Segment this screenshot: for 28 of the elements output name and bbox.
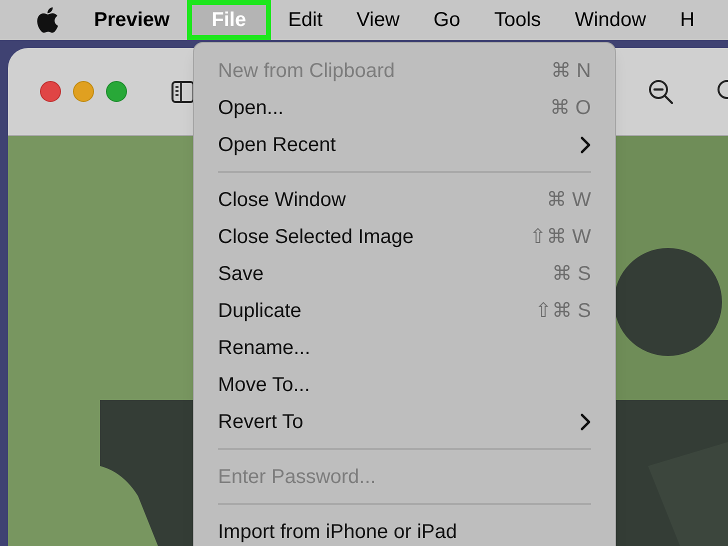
menu-bar-item[interactable]: Go <box>416 0 478 40</box>
menu-item[interactable]: Revert To <box>194 403 615 440</box>
menu-item[interactable]: Import from iPhone or iPad <box>194 513 615 546</box>
menu-item[interactable]: Close Selected Image ⇧⌘ W <box>194 218 615 255</box>
menu-bar-item[interactable]: Window <box>558 0 664 40</box>
shortcut-label: ⌘ N <box>551 58 591 84</box>
menu-item[interactable]: Open Recent <box>194 126 615 163</box>
menu-item[interactable]: Rename... <box>194 329 615 366</box>
apple-logo-icon[interactable] <box>35 6 59 34</box>
zoom-out-icon[interactable] <box>648 78 674 104</box>
sidebar-icon[interactable] <box>171 80 195 104</box>
menu-bar-item[interactable]: View <box>340 0 417 40</box>
menu-item[interactable]: Save ⌘ S <box>194 255 615 292</box>
menu-item[interactable]: Close Window ⌘ W <box>194 181 615 218</box>
shortcut-label: ⌘ S <box>552 262 591 286</box>
app-menu[interactable]: Preview <box>77 0 187 40</box>
shortcut-label: ⇧⌘ W <box>530 224 591 250</box>
shortcut-label: ⇧⌘ S <box>535 298 591 324</box>
shortcut-label: ⌘ O <box>550 96 591 120</box>
menu-bar-item[interactable]: Tools <box>477 0 558 40</box>
zoom-button[interactable] <box>106 81 127 102</box>
shortcut-label: ⌘ W <box>546 188 591 212</box>
menu-item[interactable]: Open... ⌘ O <box>194 89 615 126</box>
menu-item[interactable]: Move To... <box>194 366 615 403</box>
close-button[interactable] <box>40 81 61 102</box>
menu-bar-item[interactable]: Edit <box>271 0 340 40</box>
menu-item[interactable]: Duplicate ⇧⌘ S <box>194 292 615 329</box>
menu-bar-item[interactable]: H <box>663 0 712 40</box>
